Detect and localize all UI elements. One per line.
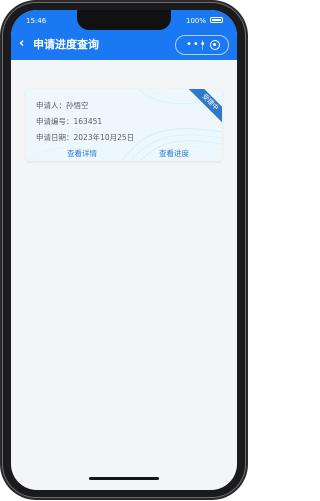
camera-notch bbox=[77, 10, 171, 30]
application-number-label: 申请编号： bbox=[36, 117, 74, 126]
applicant-row: 申请人：孙悟空 bbox=[36, 101, 89, 111]
application-date-value: 2023年10月25日 bbox=[73, 133, 135, 142]
more-icon[interactable]: ••• bbox=[186, 38, 207, 52]
status-time: 15:46 bbox=[26, 17, 47, 25]
home-indicator bbox=[89, 477, 159, 480]
back-icon[interactable]: ‹ bbox=[19, 37, 24, 51]
applicant-label: 申请人： bbox=[36, 101, 66, 110]
close-mini-program-icon[interactable] bbox=[210, 40, 220, 50]
capsule-divider bbox=[202, 40, 203, 50]
phone-screen: 15:46 100% ‹ 申请进度查询 ••• 申请人：孙悟空 申请编号：163… bbox=[11, 10, 237, 490]
mini-program-capsule: ••• bbox=[175, 35, 229, 55]
battery-percentage: 100% bbox=[185, 17, 206, 25]
application-date-row: 申请日期：2023年10月25日 bbox=[36, 133, 134, 143]
view-progress-link[interactable]: 查看进度 bbox=[159, 149, 189, 159]
page-title: 申请进度查询 bbox=[33, 38, 99, 51]
battery-icon bbox=[210, 17, 223, 23]
application-number-row: 申请编号：163451 bbox=[36, 117, 102, 127]
phone-frame: 15:46 100% ‹ 申请进度查询 ••• 申请人：孙悟空 申请编号：163… bbox=[2, 2, 246, 498]
applicant-value: 孙悟空 bbox=[66, 101, 89, 110]
status-bar: 15:46 100% bbox=[11, 10, 237, 30]
navigation-bar: ‹ 申请进度查询 ••• bbox=[11, 30, 237, 60]
view-details-link[interactable]: 查看详情 bbox=[67, 149, 97, 159]
application-number-value: 163451 bbox=[73, 117, 103, 126]
application-date-label: 申请日期： bbox=[36, 133, 74, 142]
application-card: 申请人：孙悟空 申请编号：163451 申请日期：2023年10月25日 查看详… bbox=[26, 89, 222, 161]
